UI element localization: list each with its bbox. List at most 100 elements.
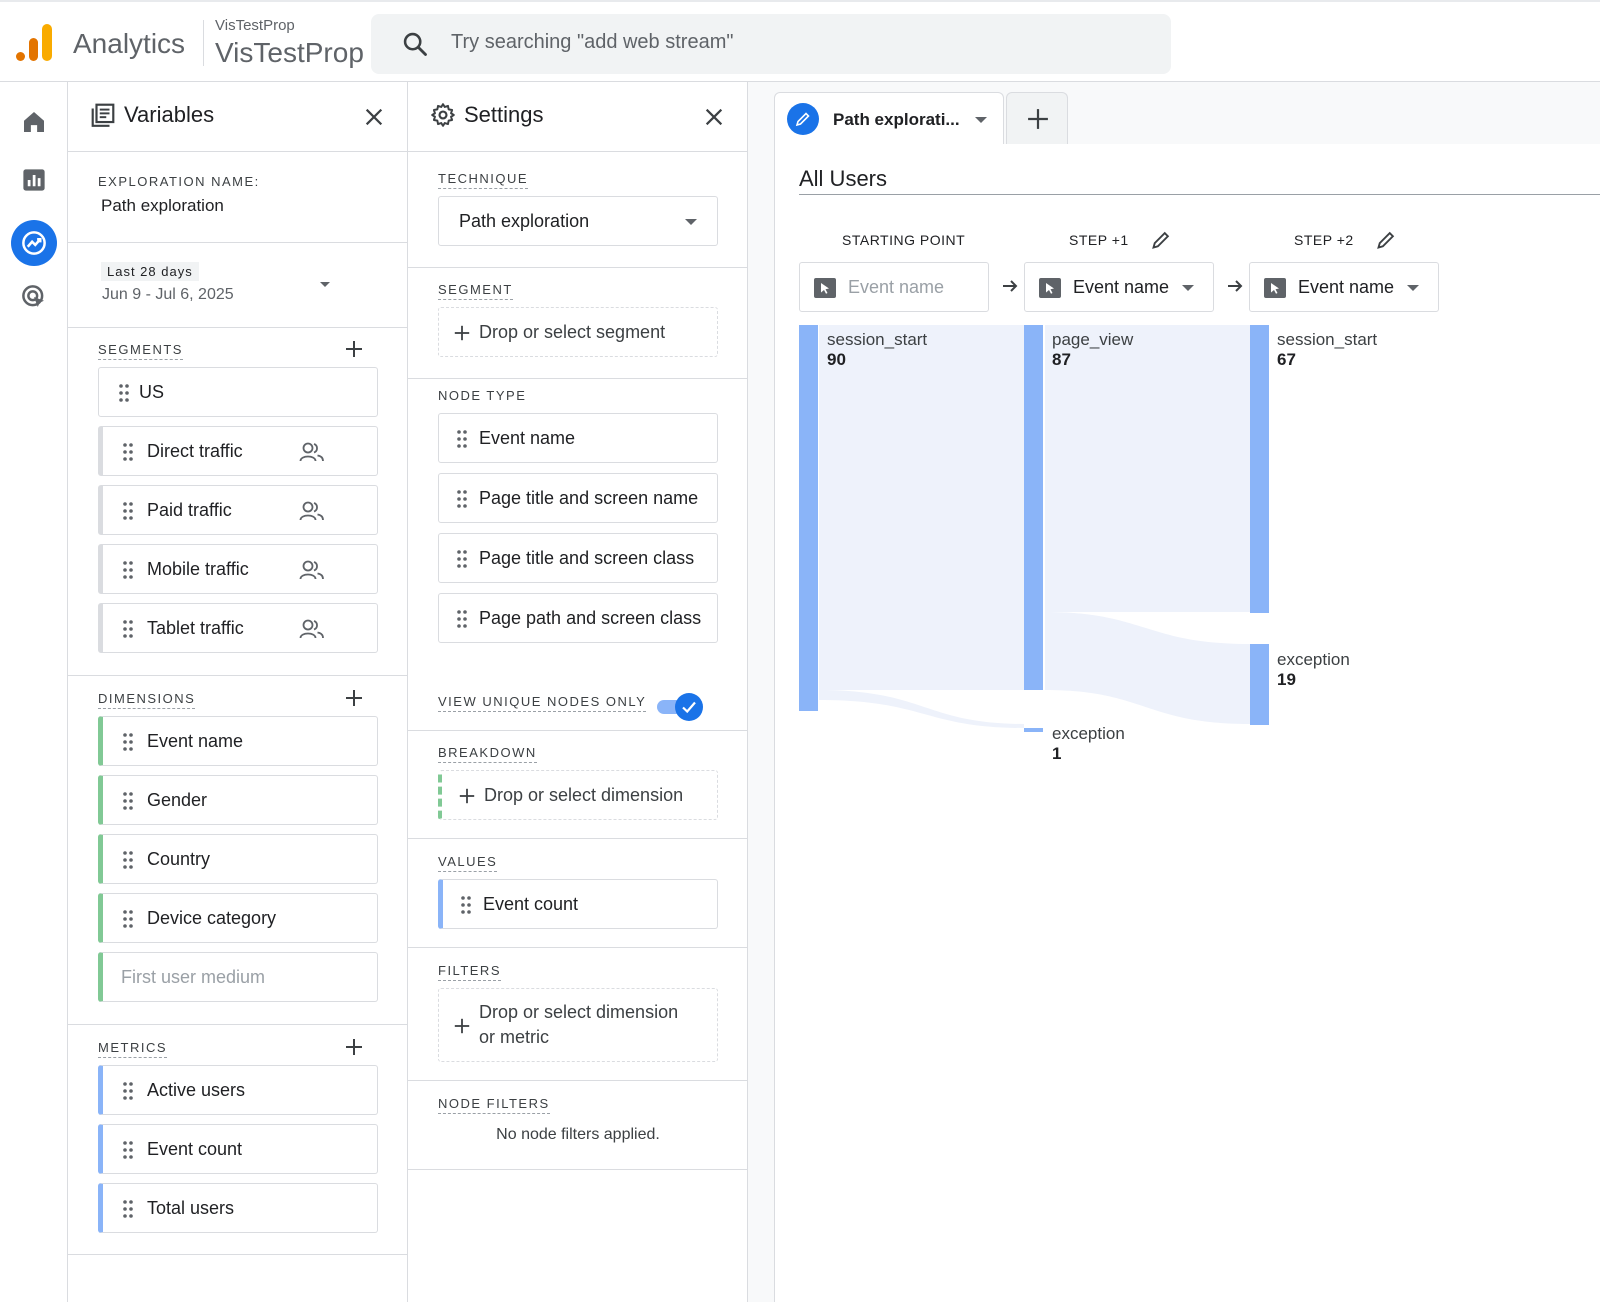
filters-drop-zone[interactable]: Drop or select dimension or metric [438,988,718,1062]
dimension-chip[interactable]: Country [98,834,378,884]
dimension-chip[interactable]: Device category [98,893,378,943]
drag-handle-icon[interactable] [461,896,471,914]
step-selector[interactable]: Event name [799,262,989,312]
advertising-icon[interactable] [19,282,49,312]
metric-chip[interactable]: Event count [98,1124,378,1174]
values-chip[interactable]: Event count [438,879,718,929]
drag-handle-icon[interactable] [123,561,133,579]
divider [799,194,1600,195]
node-bar-exception[interactable] [1024,728,1043,732]
node-type-chip[interactable]: Event name [438,413,718,463]
search-input[interactable]: Try searching "add web stream" [451,31,733,54]
tab-bar: Path explorati... [748,82,1600,144]
segment-chip[interactable]: US [98,367,378,417]
dimension-chip[interactable]: Gender [98,775,378,825]
add-tab-button[interactable] [1006,92,1068,144]
add-dimension-icon[interactable] [344,688,364,708]
plus-icon [454,1018,470,1034]
cursor-icon [814,278,836,298]
segment-label: US [139,382,165,402]
chevron-down-icon[interactable] [975,117,987,123]
segment-label: SEGMENT [438,282,513,300]
top-bar: Analytics VisTestProp VisTestProp Try se… [0,0,1600,82]
divider [68,151,408,152]
filters-placeholder-line2: or metric [479,1027,550,1047]
drag-handle-icon[interactable] [457,550,467,568]
close-icon[interactable] [363,106,385,128]
step-selector-value: Event name [1298,277,1395,297]
date-dropdown-icon[interactable] [320,282,330,287]
edit-tab-button[interactable] [787,103,819,135]
pencil-icon[interactable] [1376,230,1396,250]
node-name: exception [1277,650,1350,669]
divider [408,947,748,948]
node-bar-session-start[interactable] [799,325,818,711]
drag-handle-icon[interactable] [123,1200,133,1218]
metrics-label: METRICS [98,1040,167,1058]
node-name: page_view [1052,330,1134,349]
search-bar[interactable]: Try searching "add web stream" [371,14,1171,74]
divider [68,675,408,676]
breakdown-placeholder: Drop or select dimension [484,785,684,805]
drag-handle-icon[interactable] [123,620,133,638]
segment-chip[interactable]: Tablet traffic [98,603,378,653]
pencil-icon[interactable] [1151,230,1171,250]
technique-dropdown[interactable]: Path exploration [438,196,718,246]
node-bar-session-start[interactable] [1250,325,1269,613]
metric-chip[interactable]: Total users [98,1183,378,1233]
node-type-chip[interactable]: Page path and screen class [438,593,718,643]
drag-handle-icon[interactable] [123,1141,133,1159]
node-type-chip[interactable]: Page title and screen class [438,533,718,583]
step-label: STEP +2 [1294,232,1354,248]
dimension-chip[interactable]: Event name [98,716,378,766]
segment-chip[interactable]: Mobile traffic [98,544,378,594]
drag-handle-icon[interactable] [119,384,129,402]
drag-handle-icon[interactable] [123,1082,133,1100]
unique-nodes-toggle[interactable] [655,693,703,721]
node-bar-exception[interactable] [1250,644,1269,725]
dimension-label: First user medium [121,967,266,987]
drag-handle-icon[interactable] [123,792,133,810]
drag-handle-icon[interactable] [123,910,133,928]
explore-nav-active[interactable] [11,220,57,266]
node-bar-page-view[interactable] [1024,325,1043,690]
segment-chip[interactable]: Paid traffic [98,485,378,535]
segment-chip[interactable]: Direct traffic [98,426,378,476]
date-range[interactable]: Jun 9 - Jul 6, 2025 [102,286,234,304]
dimension-chip[interactable]: First user medium [98,952,378,1002]
cursor-icon [1039,278,1061,298]
account-name[interactable]: VisTestProp [215,17,295,34]
dimension-label: Device category [147,908,277,928]
close-icon[interactable] [703,106,725,128]
property-name[interactable]: VisTestProp [215,37,364,69]
tab-path-exploration[interactable]: Path explorati... [774,92,1004,144]
analytics-logo[interactable] [16,24,52,64]
technique-label: TECHNIQUE [438,171,529,189]
drag-handle-icon[interactable] [123,851,133,869]
step-selector[interactable]: Event name [1249,262,1439,312]
reports-icon[interactable] [19,165,49,195]
variables-icon [91,103,115,127]
segment-drop-zone[interactable]: Drop or select segment [438,307,718,357]
metric-chip[interactable]: Active users [98,1065,378,1115]
add-segment-icon[interactable] [344,339,364,359]
node-type-chip[interactable]: Page title and screen name [438,473,718,523]
dimension-label: Event name [147,731,244,751]
exploration-name-field[interactable]: Path exploration [101,196,224,216]
home-icon[interactable] [19,107,49,137]
plus-icon [1028,109,1048,129]
segment-placeholder: Drop or select segment [479,322,666,342]
segments-label: SEGMENTS [98,342,183,360]
breakdown-label: BREAKDOWN [438,745,537,763]
step-selector[interactable]: Event name [1024,262,1214,312]
drag-handle-icon[interactable] [457,610,467,628]
breakdown-drop-zone[interactable]: Drop or select dimension [438,770,718,820]
exploration-name-label: EXPLORATION NAME: [98,174,260,189]
add-metric-icon[interactable] [344,1037,364,1057]
drag-handle-icon[interactable] [457,490,467,508]
drag-handle-icon[interactable] [123,502,133,520]
drag-handle-icon[interactable] [123,443,133,461]
flow-band [1045,612,1250,724]
drag-handle-icon[interactable] [457,430,467,448]
drag-handle-icon[interactable] [123,733,133,751]
